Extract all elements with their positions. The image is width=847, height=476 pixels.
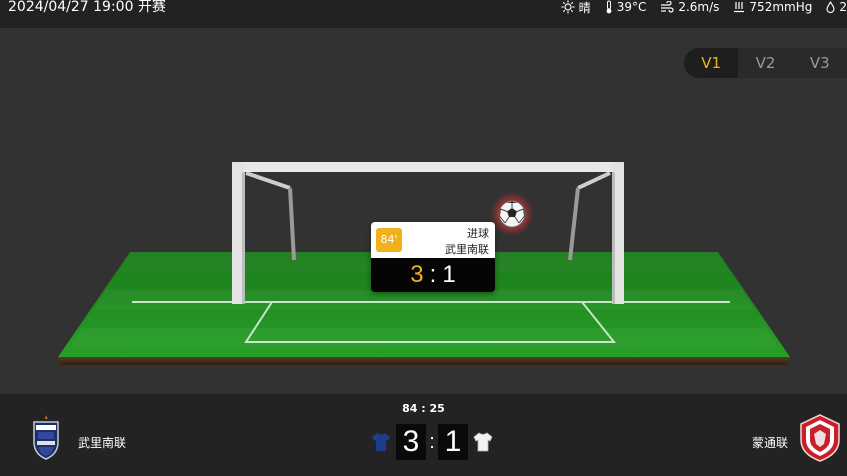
scoreboard: 武里南联 84 : 25 3 : 1 蒙通联 (0, 394, 847, 476)
home-score: 3 (396, 424, 426, 460)
event-score: 3 : 1 (371, 258, 495, 292)
top-info-bar: 2024/04/27 19:00 开赛 晴 39°C 2.6m/s 752mmH… (0, 0, 847, 28)
temperature-label: 39°C (616, 0, 647, 14)
event-score-home: 3 (410, 261, 424, 288)
pressure-label: 752mmHg (749, 0, 813, 14)
main-score: 3 : 1 (366, 424, 498, 460)
event-team: 武里南联 (445, 243, 489, 256)
pitch-scene (58, 162, 790, 365)
weather-humidity: 2 (826, 0, 847, 14)
away-kit-icon (473, 432, 493, 452)
match-visualization: V1 V2 V3 84' 进球 武里南联 3: 1 (0, 28, 847, 394)
away-score: 1 (438, 424, 468, 460)
event-type: 进球 (467, 227, 489, 240)
match-clock: 84 : 25 (402, 402, 445, 415)
home-team-name: 武里南联 (78, 436, 127, 450)
soccer-ball-icon (490, 192, 534, 236)
event-score-separator: : (429, 261, 437, 288)
home-kit-icon (372, 433, 390, 451)
weather-bar: 晴 39°C 2.6m/s 752mmHg 2 (547, 0, 847, 16)
weather-condition: 晴 (561, 0, 591, 16)
wind-label: 2.6m/s (678, 0, 720, 14)
humidity-label: 2 (839, 0, 847, 14)
weather-wind: 2.6m/s (660, 0, 719, 14)
pressure-icon (734, 2, 745, 13)
match-datetime: 2024/04/27 19:00 开赛 (8, 0, 166, 15)
weather-pressure: 752mmHg (733, 0, 812, 14)
event-score-away: 1 (442, 261, 456, 288)
sun-icon (561, 0, 575, 14)
event-minute-badge: 84' (376, 228, 402, 252)
wind-icon (661, 1, 674, 13)
thermometer-icon (606, 0, 612, 14)
home-team-crest-icon (33, 415, 59, 460)
goal-event-popup: 84' 进球 武里南联 3 : 1 (371, 222, 495, 292)
droplet-icon (826, 1, 835, 13)
away-team-crest-icon (800, 414, 840, 462)
score-separator: : (429, 430, 435, 453)
weather-temperature: 39°C (605, 0, 647, 14)
weather-condition-label: 晴 (578, 0, 591, 15)
away-team-name: 蒙通联 (751, 436, 788, 450)
